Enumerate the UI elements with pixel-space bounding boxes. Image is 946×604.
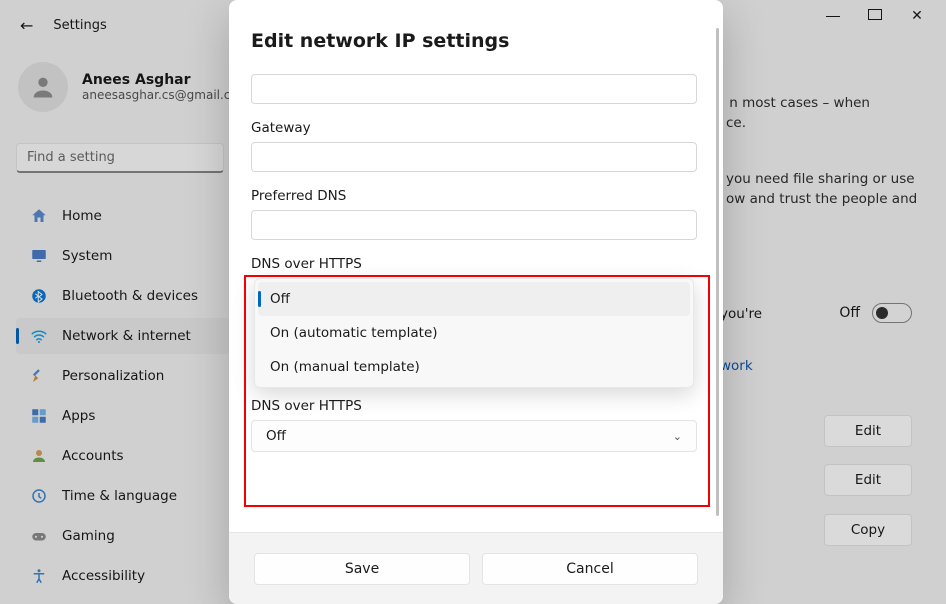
dns-over-https-select[interactable]: Off ⌄ xyxy=(251,420,697,452)
gateway-label: Gateway xyxy=(251,120,701,136)
select-value: Off xyxy=(266,428,286,444)
ip-address-field[interactable] xyxy=(251,74,697,104)
preferred-dns-field[interactable] xyxy=(251,210,697,240)
dropdown-option-on-manual[interactable]: On (manual template) xyxy=(258,350,690,384)
dialog-title: Edit network IP settings xyxy=(251,30,701,52)
cancel-button[interactable]: Cancel xyxy=(482,553,698,585)
dropdown-option-off[interactable]: Off xyxy=(258,282,690,316)
dns-over-https-dropdown: Off On (automatic template) On (manual t… xyxy=(254,278,694,388)
dns-over-https-label-2: DNS over HTTPS xyxy=(251,398,701,414)
gateway-field[interactable] xyxy=(251,142,697,172)
edit-ip-settings-dialog: Edit network IP settings Gateway Preferr… xyxy=(229,0,723,604)
dropdown-option-on-automatic[interactable]: On (automatic template) xyxy=(258,316,690,350)
dns-over-https-label: DNS over HTTPS xyxy=(251,256,701,272)
dialog-footer: Save Cancel xyxy=(229,532,723,604)
save-button[interactable]: Save xyxy=(254,553,470,585)
preferred-dns-label: Preferred DNS xyxy=(251,188,701,204)
chevron-down-icon: ⌄ xyxy=(673,430,682,443)
